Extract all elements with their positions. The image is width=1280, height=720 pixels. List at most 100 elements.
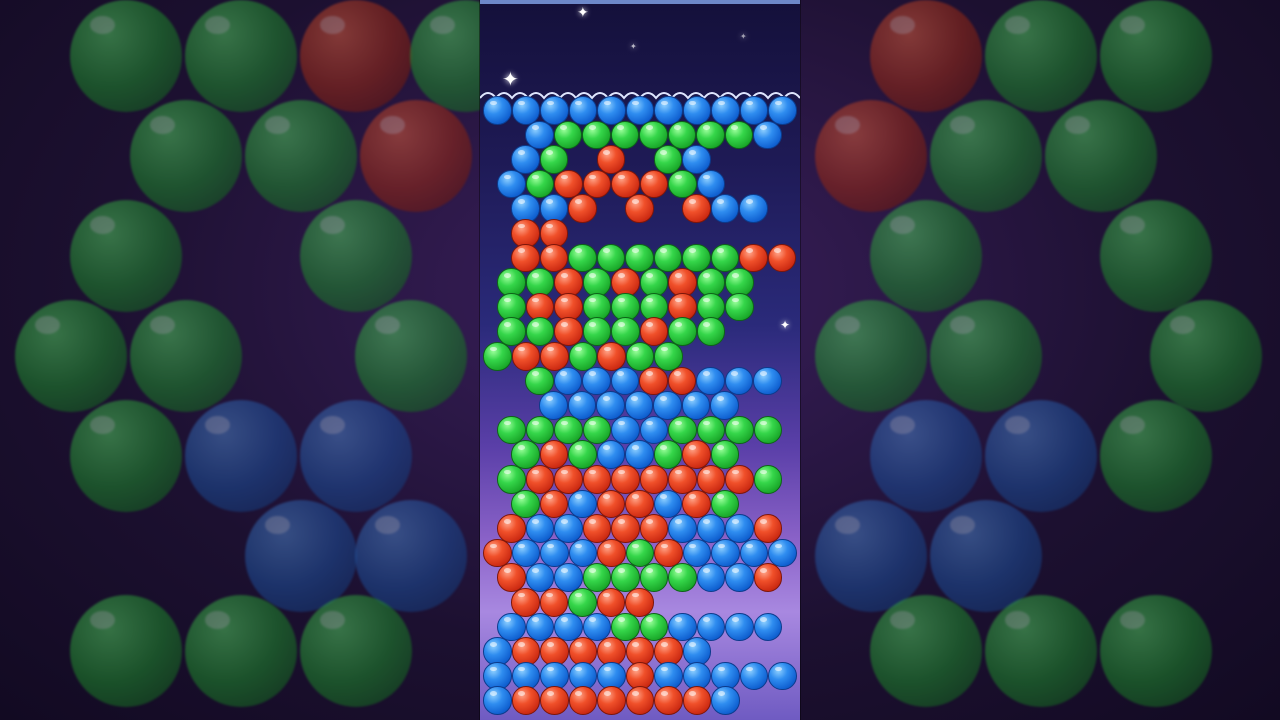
- background-blue-bubble: [185, 400, 297, 512]
- red-bubble: [511, 686, 540, 715]
- background-green-bubble: [70, 0, 182, 112]
- background-green-bubble: [300, 200, 412, 312]
- background-green-bubble: [870, 595, 982, 707]
- green-bubble: [654, 342, 683, 371]
- background-green-bubble: [355, 300, 467, 412]
- red-bubble: [511, 588, 540, 617]
- red-bubble: [596, 588, 625, 617]
- background-blue-bubble: [815, 500, 927, 612]
- background-green-bubble: [1100, 200, 1212, 312]
- red-bubble: [540, 686, 569, 715]
- red-bubble: [540, 342, 569, 371]
- blue-bubble: [768, 661, 797, 691]
- sparkle-icon: ✦: [502, 67, 519, 91]
- background-green-bubble: [1045, 100, 1157, 212]
- background-green-bubble: [985, 595, 1097, 707]
- red-bubble: [568, 686, 597, 715]
- green-bubble: [483, 342, 512, 371]
- background-green-bubble: [1100, 595, 1212, 707]
- red-bubble: [597, 686, 626, 715]
- background-red-bubble: [870, 0, 982, 112]
- background-blue-bubble: [930, 500, 1042, 612]
- background-green-bubble: [15, 300, 127, 412]
- game-screen: ✦ ✦ ✦ ✦ ✦: [0, 0, 1280, 720]
- green-bubble: [568, 588, 597, 617]
- green-bubble: [696, 317, 725, 346]
- red-bubble: [539, 588, 568, 617]
- background-green-bubble: [185, 0, 297, 112]
- background-blue-bubble: [985, 400, 1097, 512]
- red-bubble: [682, 194, 711, 223]
- top-bar: [480, 0, 800, 4]
- red-bubble: [625, 686, 654, 715]
- red-bubble: [554, 465, 583, 494]
- green-bubble: [753, 415, 782, 445]
- blue-bubble: [768, 96, 797, 125]
- red-bubble: [611, 465, 640, 494]
- background-green-bubble: [930, 100, 1042, 212]
- red-bubble: [668, 465, 697, 494]
- red-bubble: [767, 243, 796, 273]
- background-green-bubble: [300, 595, 412, 707]
- background-blue-bubble: [355, 500, 467, 612]
- background-green-bubble: [815, 300, 927, 412]
- red-bubble: [696, 465, 725, 494]
- blue-bubble: [540, 96, 569, 125]
- blue-bubble: [753, 120, 782, 150]
- background-green-bubble: [930, 300, 1042, 412]
- blue-bubble: [654, 96, 683, 125]
- green-bubble: [668, 563, 697, 592]
- star-icon: ✦: [780, 318, 791, 332]
- background-green-bubble: [1100, 400, 1212, 512]
- background-red-bubble: [815, 100, 927, 212]
- background-green-bubble: [245, 100, 357, 212]
- background-green-bubble: [130, 100, 242, 212]
- background-green-bubble: [70, 200, 182, 312]
- red-bubble: [582, 465, 611, 494]
- blue-bubble: [711, 96, 740, 125]
- background-green-bubble: [870, 200, 982, 312]
- blue-bubble: [597, 96, 626, 125]
- blue-bubble: [753, 612, 782, 642]
- red-bubble: [568, 194, 597, 223]
- green-bubble: [725, 292, 754, 322]
- red-bubble: [682, 686, 711, 715]
- red-bubble: [753, 563, 782, 592]
- red-bubble: [625, 194, 654, 223]
- red-bubble: [525, 465, 554, 494]
- blue-bubble: [739, 194, 768, 223]
- green-bubble: [753, 465, 782, 494]
- blue-bubble: [483, 96, 512, 125]
- background-red-bubble: [360, 100, 472, 212]
- red-bubble: [625, 588, 654, 617]
- background-blue-bubble: [870, 400, 982, 512]
- blue-bubble: [696, 563, 725, 592]
- blue-bubble: [725, 612, 754, 642]
- star-icon: ✦: [577, 5, 589, 21]
- background-green-bubble: [185, 595, 297, 707]
- star-icon: ✦: [740, 32, 747, 41]
- red-bubble: [639, 465, 668, 494]
- blue-bubble: [711, 686, 740, 715]
- green-bubble: [724, 120, 753, 150]
- blue-bubble: [710, 194, 739, 223]
- red-bubble: [654, 686, 683, 715]
- blue-bubble: [739, 661, 768, 691]
- blue-bubble: [753, 366, 782, 396]
- background-green-bubble: [985, 0, 1097, 112]
- background-green-bubble: [130, 300, 242, 412]
- blue-bubble: [483, 686, 512, 715]
- background-green-bubble: [70, 400, 182, 512]
- blue-bubble: [725, 563, 754, 592]
- green-bubble: [497, 465, 526, 494]
- red-bubble: [725, 465, 754, 494]
- background-green-bubble: [1100, 0, 1212, 112]
- background-blue-bubble: [300, 400, 412, 512]
- star-icon: ✦: [630, 42, 637, 51]
- background-blue-bubble: [245, 500, 357, 612]
- background-red-bubble: [300, 0, 412, 112]
- background-green-bubble: [1150, 300, 1262, 412]
- red-bubble: [597, 342, 626, 371]
- game-board[interactable]: ✦ ✦ ✦ ✦ ✦: [480, 0, 800, 720]
- background-green-bubble: [70, 595, 182, 707]
